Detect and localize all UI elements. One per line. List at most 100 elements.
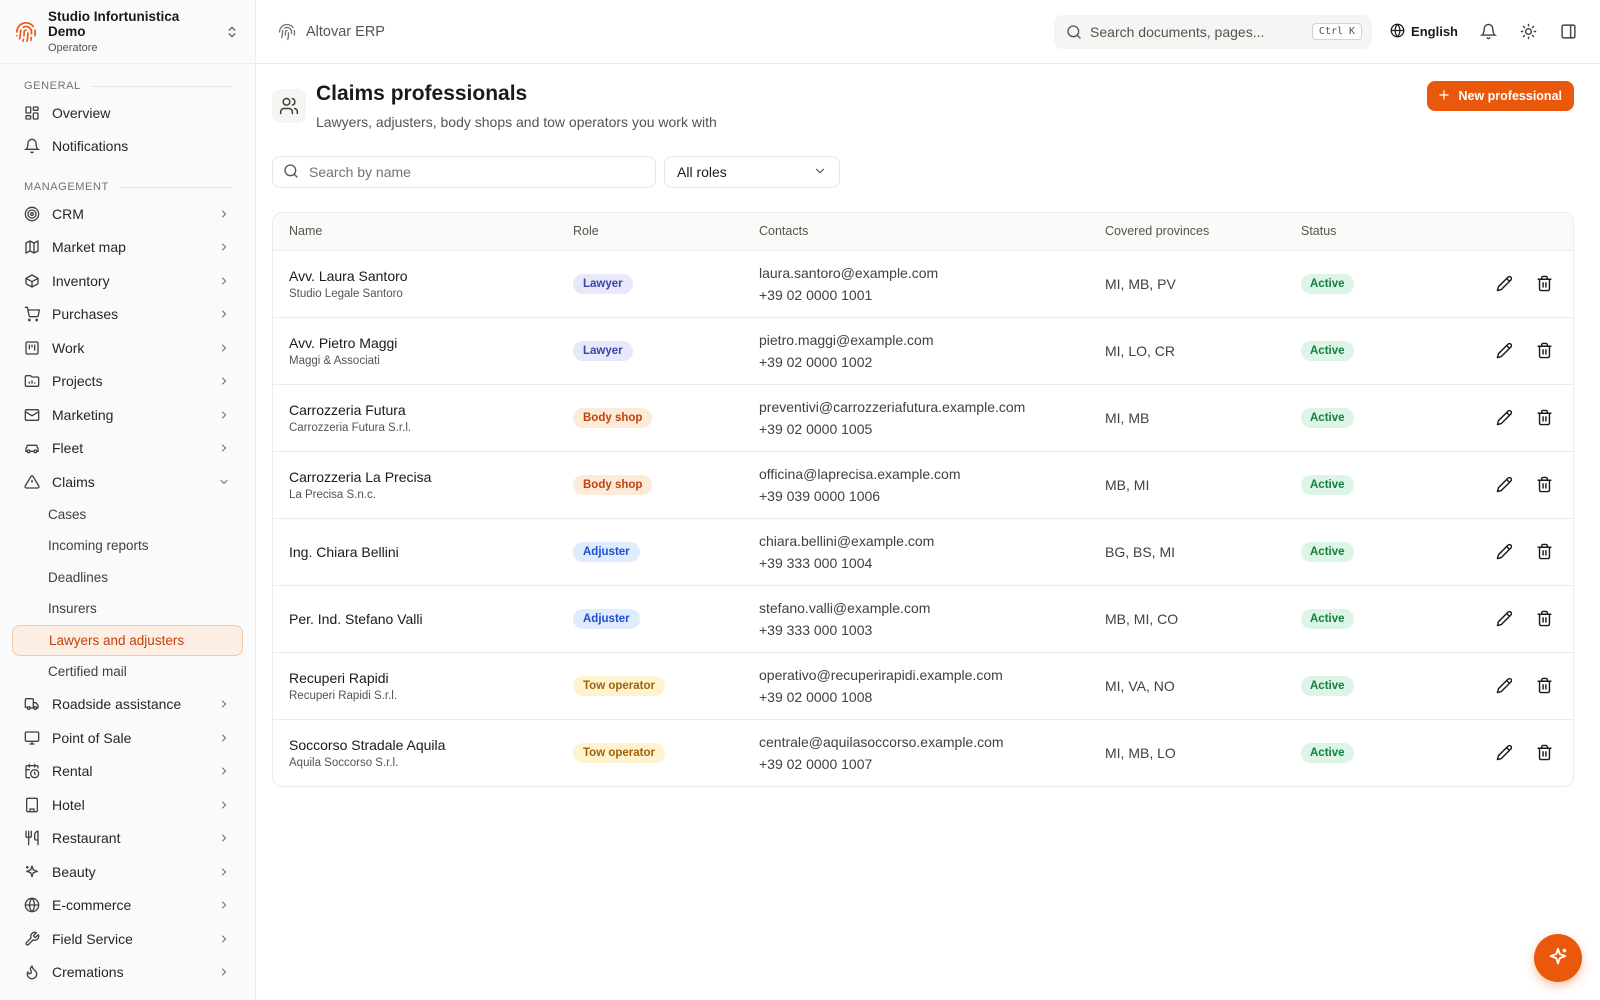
trash-icon[interactable] [1535, 543, 1553, 561]
chevron-right-icon [217, 798, 231, 812]
cell-name: Avv. Laura Santoro Studio Legale Santoro [273, 250, 557, 318]
sidebar-item-label: Fleet [52, 440, 84, 457]
chevron-right-icon [217, 697, 231, 711]
cell-role: Body shop [557, 384, 743, 452]
sidebar-item-crm[interactable]: CRM [12, 197, 243, 231]
sidebar-item-market-map[interactable]: Market map [12, 231, 243, 265]
sidebar-item-field-service[interactable]: Field Service [12, 922, 243, 956]
package-icon [24, 273, 40, 289]
professional-name: Recuperi Rapidi [289, 669, 389, 686]
sidebar-item-marketing[interactable]: Marketing [12, 398, 243, 432]
role-badge: Tow operator [573, 675, 665, 696]
table-row[interactable]: Recuperi Rapidi Recuperi Rapidi S.r.l. Tow… [273, 652, 1573, 720]
ai-assistant-button[interactable] [1534, 934, 1582, 982]
chevron-right-icon [217, 408, 231, 422]
global-search[interactable]: Ctrl K [1054, 14, 1373, 49]
calendar-clock-icon [24, 763, 40, 779]
trash-icon[interactable] [1535, 610, 1553, 628]
status-badge: Active [1301, 742, 1354, 763]
pencil-icon[interactable] [1495, 677, 1513, 695]
col-header-name[interactable]: Name [273, 213, 557, 251]
pencil-icon[interactable] [1495, 342, 1513, 360]
org-switcher[interactable]: Studio Infortunistica Demo Operatore [0, 0, 255, 64]
contact-email: centrale@aquilasoccorso.example.com [759, 733, 1004, 750]
table-row[interactable]: Carrozzeria Futura Carrozzeria Futura S.r… [273, 384, 1573, 452]
pencil-icon[interactable] [1495, 409, 1513, 427]
chevron-right-icon [217, 341, 231, 355]
sidebar-subitem-incoming-reports[interactable]: Incoming reports [12, 530, 243, 562]
cell-actions [1435, 250, 1573, 318]
sidebar-item-cremations[interactable]: Cremations [12, 956, 243, 990]
role-badge: Body shop [573, 407, 653, 428]
pencil-icon[interactable] [1495, 476, 1513, 494]
sidebar-subitem-certified-mail[interactable]: Certified mail [12, 656, 243, 688]
col-header-role[interactable]: Role [557, 213, 743, 251]
cell-role: Adjuster [557, 518, 743, 586]
chevron-right-icon [217, 965, 231, 979]
role-filter-select[interactable]: All roles [664, 156, 840, 188]
role-badge: Adjuster [573, 541, 640, 562]
table-row[interactable]: Ing. Chiara Bellini Adjuster chiara.bellin… [273, 518, 1573, 586]
sidebar-item-beauty[interactable]: Beauty [12, 855, 243, 889]
sidebar-toggle-icon[interactable] [1558, 22, 1578, 42]
sidebar-item-claims[interactable]: Claims [12, 465, 243, 499]
sidebar-item-point-of-sale[interactable]: Point of Sale [12, 721, 243, 755]
cell-provinces: BG, BS, MI [1089, 518, 1285, 586]
trash-icon[interactable] [1535, 677, 1553, 695]
brand[interactable]: Altovar ERP [278, 23, 385, 41]
contact-phone: +39 02 0000 1002 [759, 353, 873, 370]
table-row[interactable]: Per. Ind. Stefano Valli Adjuster stefano.v… [273, 585, 1573, 653]
pencil-icon[interactable] [1495, 610, 1513, 628]
sidebar-subitem-cases[interactable]: Cases [12, 499, 243, 531]
chevron-right-icon [217, 207, 231, 221]
sidebar-item-purchases[interactable]: Purchases [12, 298, 243, 332]
table-row[interactable]: Soccorso Stradale Aquila Aquila Soccorso … [273, 719, 1573, 786]
sidebar-item-hotel[interactable]: Hotel [12, 788, 243, 822]
chevron-down-icon [813, 164, 827, 181]
sidebar-item-work[interactable]: Work [12, 331, 243, 365]
name-search-input[interactable] [309, 164, 645, 180]
professional-name: Ing. Chiara Bellini [289, 543, 399, 560]
sidebar-item-fleet[interactable]: Fleet [12, 432, 243, 466]
new-professional-button[interactable]: New professional [1426, 81, 1574, 111]
pencil-icon[interactable] [1495, 543, 1513, 561]
sidebar-item-rental[interactable]: Rental [12, 755, 243, 789]
sidebar-subitem-lawyers-and-adjusters[interactable]: Lawyers and adjusters [12, 624, 243, 656]
table-row[interactable]: Carrozzeria La Precisa La Precisa S.n.c. B… [273, 451, 1573, 519]
sidebar-item-restaurant[interactable]: Restaurant [12, 822, 243, 856]
trash-icon[interactable] [1535, 744, 1553, 762]
trash-icon[interactable] [1535, 342, 1553, 360]
sidebar-item-e-commerce[interactable]: E-commerce [12, 889, 243, 923]
trash-icon[interactable] [1535, 409, 1553, 427]
sidebar-item-label: Beauty [52, 863, 96, 880]
globe-icon [24, 897, 40, 913]
sidebar-subitem-deadlines[interactable]: Deadlines [12, 562, 243, 594]
cell-name: Recuperi Rapidi Recuperi Rapidi S.r.l. [273, 652, 557, 720]
global-search-input[interactable] [1090, 23, 1304, 40]
pencil-icon[interactable] [1495, 744, 1513, 762]
cell-role: Tow operator [557, 719, 743, 786]
sun-icon[interactable] [1518, 22, 1538, 42]
sidebar-subitem-insurers[interactable]: Insurers [12, 593, 243, 625]
search-icon [1066, 24, 1082, 40]
trash-icon[interactable] [1535, 476, 1553, 494]
sparkles-icon [1547, 946, 1569, 971]
trash-icon[interactable] [1535, 275, 1553, 293]
sidebar-item-projects[interactable]: Projects [12, 365, 243, 399]
col-header-provinces[interactable]: Covered provinces [1089, 213, 1285, 251]
col-header-contacts[interactable]: Contacts [743, 213, 1089, 251]
sidebar-item-overview[interactable]: Overview [12, 96, 243, 130]
pencil-icon[interactable] [1495, 275, 1513, 293]
chevron-right-icon [217, 831, 231, 845]
col-header-status[interactable]: Status [1285, 213, 1435, 251]
sidebar-item-roadside-assistance[interactable]: Roadside assistance [12, 688, 243, 722]
language-switcher[interactable]: English [1390, 23, 1458, 41]
building-icon [24, 797, 40, 813]
bell-icon[interactable] [1478, 22, 1498, 42]
table-row[interactable]: Avv. Laura Santoro Studio Legale Santoro L… [273, 250, 1573, 318]
name-search[interactable] [272, 156, 656, 188]
table-row[interactable]: Avv. Pietro Maggi Maggi & Associati Lawyer… [273, 317, 1573, 385]
sidebar-item-inventory[interactable]: Inventory [12, 264, 243, 298]
cell-actions [1435, 384, 1573, 452]
sidebar-item-notifications[interactable]: Notifications [12, 130, 243, 164]
